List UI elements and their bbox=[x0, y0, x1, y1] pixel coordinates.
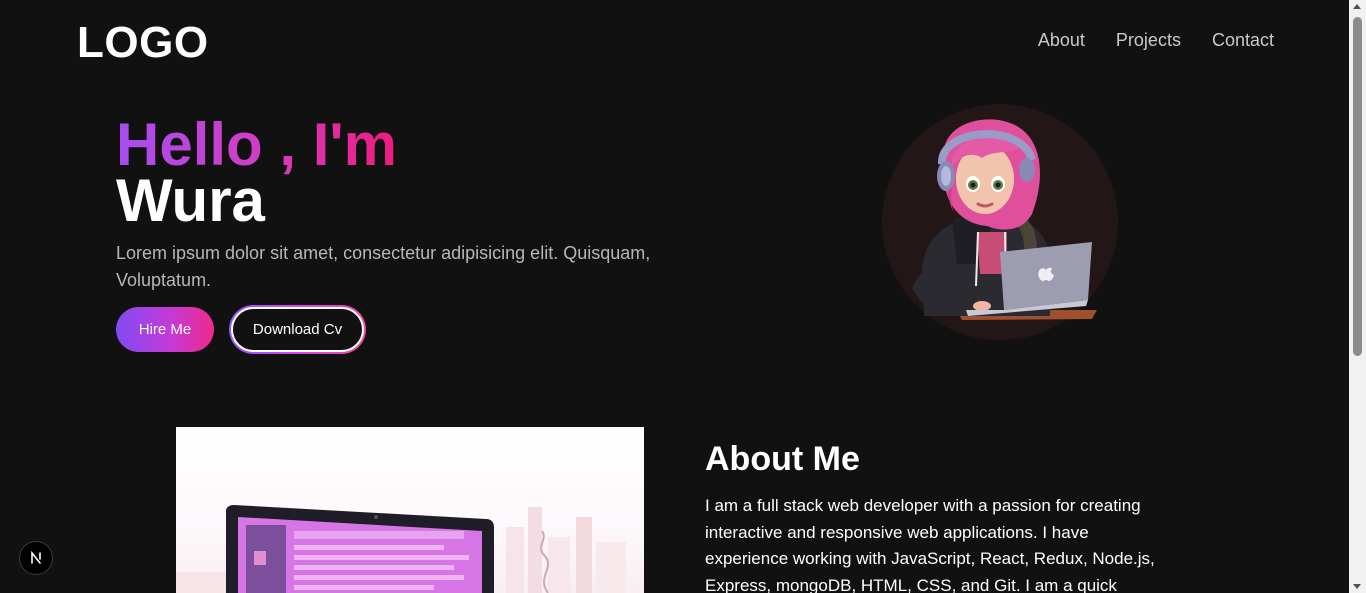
scroll-down-arrow-icon[interactable] bbox=[1353, 584, 1361, 589]
nav-projects[interactable]: Projects bbox=[1116, 30, 1181, 51]
nextjs-icon bbox=[31, 551, 41, 564]
avatar bbox=[882, 104, 1118, 340]
laptop-illustration-icon bbox=[176, 505, 626, 593]
nextjs-badge[interactable] bbox=[19, 541, 53, 575]
nav-contact[interactable]: Contact bbox=[1212, 30, 1274, 51]
download-cv-button-wrapper: Download Cv bbox=[229, 305, 366, 354]
logo[interactable]: LOGO bbox=[77, 18, 209, 68]
about-title: About Me bbox=[705, 440, 860, 478]
about-text: I am a full stack web developer with a p… bbox=[705, 496, 1155, 593]
hero-name: Wura bbox=[116, 167, 265, 234]
scroll-up-arrow-icon[interactable] bbox=[1353, 4, 1361, 9]
nav-about[interactable]: About bbox=[1038, 30, 1085, 51]
hero-intro: Lorem ipsum dolor sit amet, consectetur … bbox=[116, 243, 651, 290]
scroll-thumb[interactable] bbox=[1353, 17, 1362, 356]
download-cv-button[interactable]: Download Cv bbox=[231, 307, 364, 352]
about-image bbox=[176, 427, 644, 593]
avatar-illustration-icon bbox=[912, 119, 1097, 320]
main-nav: About Projects Contact bbox=[1038, 30, 1274, 51]
vertical-scrollbar[interactable] bbox=[1349, 0, 1366, 593]
hire-me-button[interactable]: Hire Me bbox=[116, 307, 214, 352]
